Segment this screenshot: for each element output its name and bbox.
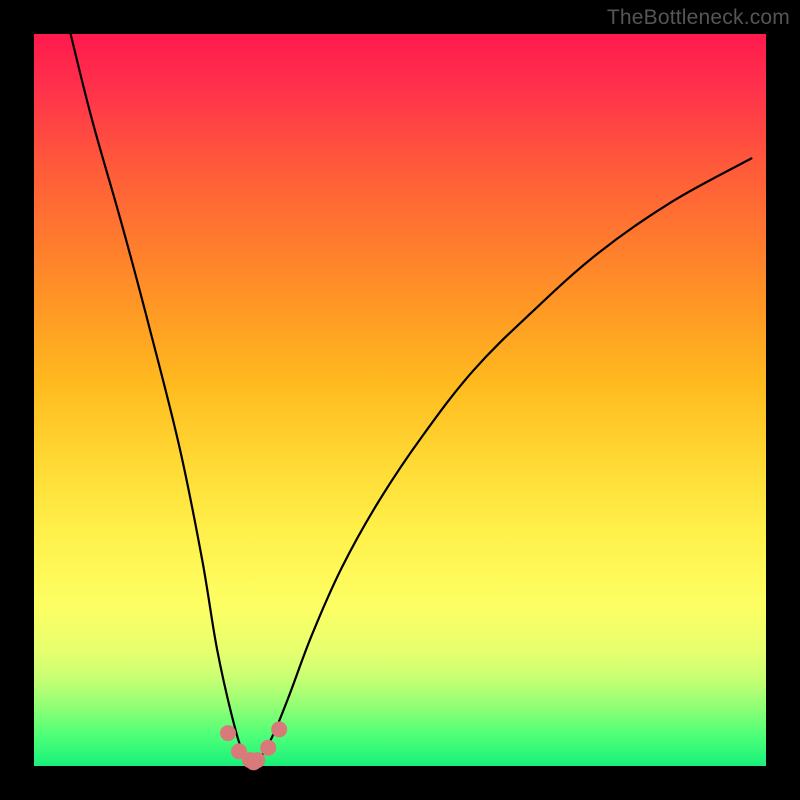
chart-frame: TheBottleneck.com: [0, 0, 800, 800]
highlight-point: [249, 752, 265, 768]
bottleneck-curve: [71, 34, 752, 762]
curve-svg: [34, 34, 766, 766]
highlight-markers: [220, 721, 287, 770]
plot-area: [34, 34, 766, 766]
highlight-point: [260, 740, 276, 756]
watermark-text: TheBottleneck.com: [607, 6, 790, 30]
highlight-point: [271, 721, 287, 737]
highlight-point: [220, 725, 236, 741]
